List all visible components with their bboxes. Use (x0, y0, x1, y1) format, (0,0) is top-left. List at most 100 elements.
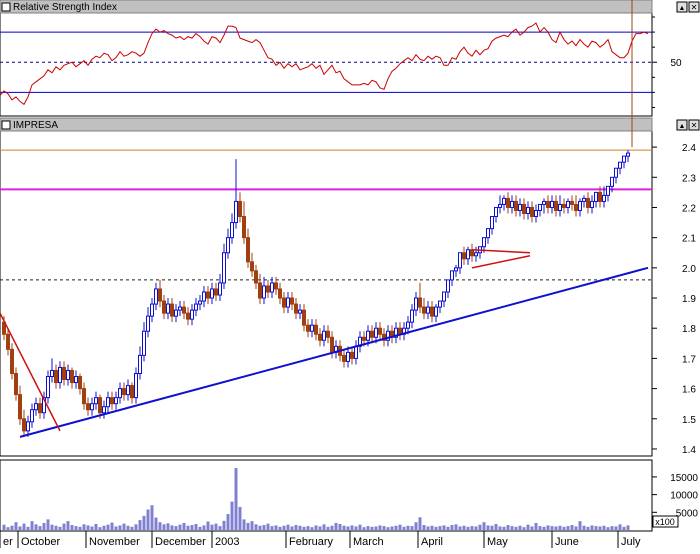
price-tick-label: 1.6 (682, 385, 696, 396)
price-candle-body (302, 309, 306, 326)
price-candle-body (274, 282, 278, 290)
x-tick-label: March (353, 536, 384, 548)
volume-bar (14, 522, 18, 530)
volume-bar (602, 525, 606, 530)
volume-bar (150, 505, 154, 530)
price-candle-body (262, 285, 266, 299)
price-candle-body (374, 327, 378, 338)
volume-bar (62, 523, 66, 530)
price-candle-body (458, 252, 462, 269)
price-candle-body (6, 333, 10, 350)
price-tick-label: 1.5 (682, 415, 696, 426)
price-candle-body (454, 267, 458, 272)
volume-bar (486, 525, 490, 530)
volume-bar (338, 523, 342, 530)
price-candle-body (98, 397, 102, 414)
x-tick-label: October (21, 536, 60, 548)
price-candle-body (622, 155, 626, 163)
volume-bar (310, 527, 314, 530)
volume-bar (622, 526, 626, 530)
rsi-checkbox-icon[interactable] (1, 2, 11, 12)
price-candle-body (614, 167, 618, 178)
volume-bar (542, 526, 546, 530)
price-candle-body (270, 282, 274, 293)
x-tick-label: er (3, 536, 13, 548)
price-candle-body (186, 312, 190, 320)
price-candle-body (222, 252, 226, 284)
price-candle-body (442, 291, 446, 302)
volume-bar (178, 524, 182, 530)
price-candle-body (266, 285, 270, 293)
price-candle-body (254, 270, 258, 284)
price-candle-body (522, 203, 526, 215)
volume-bar (358, 524, 362, 530)
volume-bar (174, 526, 178, 530)
volume-bar (74, 526, 78, 530)
volume-bar (490, 525, 494, 530)
volume-bar (450, 525, 454, 530)
price-candle-body (514, 200, 518, 211)
volume-bar (30, 521, 34, 530)
price-tick-label: 1.8 (682, 324, 696, 335)
volume-bar (94, 523, 98, 530)
volume-bar (58, 526, 62, 530)
volume-bar (158, 522, 162, 530)
volume-bar (570, 525, 574, 530)
price-maximize-glyph: ▲ (679, 123, 686, 130)
volume-bar (22, 523, 26, 530)
price-candle-body (198, 300, 202, 305)
volume-bar (274, 525, 278, 530)
volume-bar (502, 526, 506, 530)
volume-bar (206, 521, 210, 530)
volume-bar (130, 526, 134, 530)
price-candle-body (594, 191, 598, 202)
volume-bar (562, 526, 566, 530)
price-candle-body (490, 216, 494, 230)
volume-bar (222, 520, 226, 530)
x-axis: er October November December 2003 February Mar… (0, 530, 652, 548)
price-candle-body (354, 345, 358, 359)
price-candle-body (62, 366, 66, 381)
price-candle-body (146, 315, 150, 332)
price-candle-body (598, 191, 602, 202)
volume-bar (346, 526, 350, 530)
volume-bar (90, 526, 94, 530)
price-candle-body (150, 303, 154, 317)
price-tick-label: 2.1 (682, 234, 696, 245)
price-candle-body (466, 249, 470, 260)
price-candle-body (30, 409, 34, 423)
volume-bar (474, 526, 478, 530)
price-candle-body (546, 200, 550, 208)
volume-bar (558, 525, 562, 530)
price-y-axis: 2.4 2.3 2.2 2.1 2.0 1.9 1.8 1.7 1.6 1.5 1.4 (652, 143, 696, 456)
volume-bar (606, 527, 610, 530)
volume-bar (262, 525, 266, 530)
volume-bar (422, 525, 426, 530)
price-checkbox-icon[interactable] (1, 120, 11, 130)
volume-bar (378, 525, 382, 530)
volume-bar (162, 524, 166, 530)
price-candle-body (322, 330, 326, 341)
price-candle-body (618, 161, 622, 169)
volume-bar (402, 526, 406, 530)
price-candle-body (586, 197, 590, 208)
price-candle-body (202, 291, 206, 302)
volume-bar (550, 526, 554, 530)
price-candle-body (406, 321, 410, 329)
price-candle-body (370, 330, 374, 338)
volume-bar (18, 526, 22, 530)
volume-bar (334, 522, 338, 530)
price-candle-body (590, 200, 594, 208)
price-candle-body (290, 297, 294, 305)
volume-bar (238, 507, 242, 530)
price-candle-body (582, 197, 586, 202)
volume-bar (538, 526, 542, 530)
rsi-window-controls: ▲ ✕ (676, 1, 700, 13)
price-candle-body (446, 279, 450, 293)
chart-window: Relative Strength Index ▲ ✕ 50 IMPRESA ▲… (0, 0, 700, 549)
volume-bar (546, 525, 550, 530)
price-candle-body (530, 206, 534, 218)
price-candle-body (174, 309, 178, 317)
price-candle-body (278, 288, 282, 299)
volume-bar (394, 525, 398, 530)
